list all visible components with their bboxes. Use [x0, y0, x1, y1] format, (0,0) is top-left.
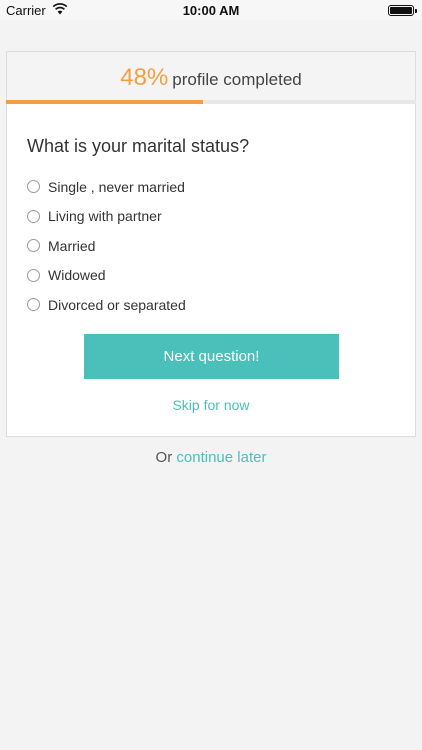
radio-button[interactable]: [27, 298, 40, 312]
option-label: Widowed: [48, 267, 106, 284]
next-question-button[interactable]: Next question!: [84, 334, 339, 379]
profile-progress-card: 48% profile completed: [6, 51, 416, 101]
option-single[interactable]: Single , never married: [27, 172, 186, 202]
option-divorced-separated[interactable]: Divorced or separated: [27, 290, 186, 320]
progress-text: 48% profile completed: [7, 64, 415, 92]
options-list: Single , never married Living with partn…: [27, 172, 186, 320]
option-label: Living with partner: [48, 208, 162, 225]
radio-button[interactable]: [27, 268, 40, 282]
option-living-with-partner[interactable]: Living with partner: [27, 202, 186, 232]
option-label: Married: [48, 237, 96, 254]
progress-label: profile completed: [172, 70, 302, 89]
progress-percent: 48%: [120, 64, 169, 91]
question-title: What is your marital status?: [27, 136, 250, 156]
option-label: Divorced or separated: [48, 296, 186, 313]
battery-icon: [388, 5, 417, 16]
option-widowed[interactable]: Widowed: [27, 261, 186, 291]
clock: 10:00 AM: [182, 3, 240, 18]
question-card: What is your marital status? Single , ne…: [6, 104, 416, 437]
continue-later-row: Or continue later: [0, 449, 422, 466]
skip-for-now-link[interactable]: Skip for now: [7, 397, 415, 413]
radio-button[interactable]: [27, 209, 40, 223]
continue-prefix: Or: [155, 449, 173, 466]
radio-button[interactable]: [27, 239, 40, 253]
option-married[interactable]: Married: [27, 231, 186, 261]
continue-later-link[interactable]: continue later: [176, 449, 266, 466]
status-bar: Carrier 10:00 AM: [0, 0, 422, 20]
option-label: Single , never married: [48, 178, 185, 195]
radio-button[interactable]: [27, 180, 40, 194]
